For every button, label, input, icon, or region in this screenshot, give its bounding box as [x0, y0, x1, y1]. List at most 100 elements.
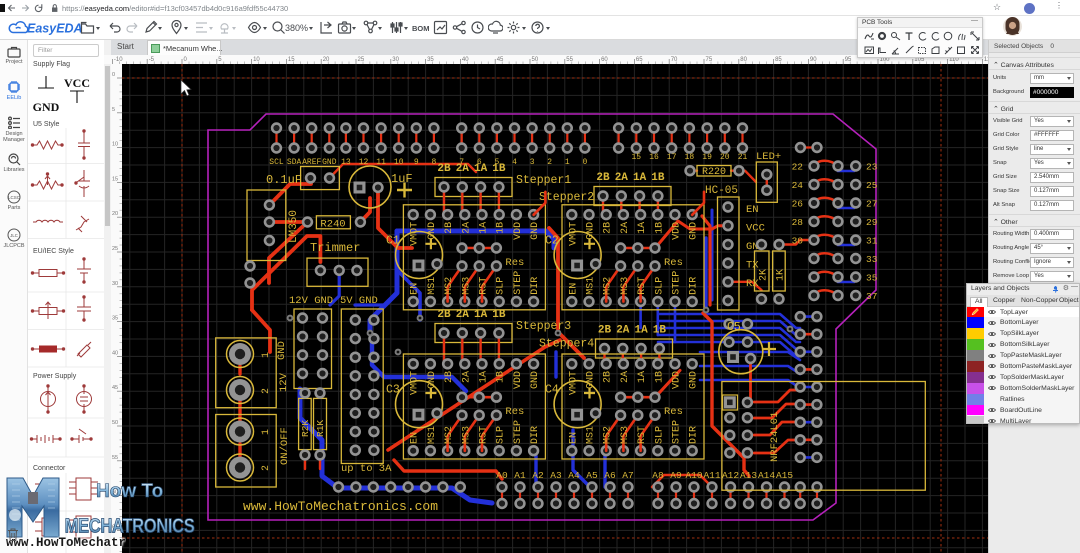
svg-text:15: 15 — [288, 57, 295, 63]
svg-text:A13: A13 — [740, 470, 757, 481]
svg-text:EN: EN — [410, 432, 421, 444]
svg-text:A14: A14 — [758, 470, 775, 481]
svg-text:JLC: JLC — [10, 233, 17, 238]
svg-text:LED+: LED+ — [756, 151, 781, 163]
svg-text:1B: 1B — [496, 371, 507, 383]
svg-text:1B: 1B — [651, 172, 665, 184]
svg-text:C2: C2 — [545, 234, 559, 247]
svg-text:31: 31 — [866, 236, 878, 247]
svg-text:2B: 2B — [444, 222, 455, 234]
svg-text:45: 45 — [497, 57, 504, 63]
svg-text:22: 22 — [792, 162, 804, 173]
svg-text:50: 50 — [112, 420, 118, 426]
svg-text:2B: 2B — [603, 371, 614, 383]
svg-text:2A: 2A — [615, 172, 629, 184]
svg-text:DIR: DIR — [689, 277, 700, 295]
svg-text:Res: Res — [505, 406, 524, 418]
svg-text:16: 16 — [649, 153, 659, 162]
svg-text:RST: RST — [637, 426, 648, 444]
svg-text:25: 25 — [866, 180, 878, 191]
svg-text:2B: 2B — [444, 371, 455, 383]
svg-text:17: 17 — [667, 153, 677, 162]
svg-text:VMOT: VMOT — [410, 222, 421, 246]
svg-text:A1: A1 — [514, 470, 526, 481]
svg-text:25: 25 — [358, 57, 365, 63]
svg-text:28: 28 — [792, 217, 804, 228]
svg-text:U5 Style: U5 Style — [33, 121, 60, 128]
svg-text:Res: Res — [664, 406, 683, 418]
svg-text:1: 1 — [565, 158, 570, 167]
svg-text:EN: EN — [568, 432, 579, 444]
svg-text:VDD: VDD — [672, 222, 683, 240]
svg-text:45: 45 — [112, 385, 118, 391]
svg-text:Stepper1: Stepper1 — [516, 174, 571, 187]
svg-text:VDD: VDD — [672, 371, 683, 389]
svg-text:MS2: MS2 — [603, 277, 614, 295]
svg-text:2A: 2A — [456, 309, 470, 321]
svg-text:MS1: MS1 — [427, 277, 438, 295]
svg-text:24: 24 — [792, 180, 804, 191]
svg-text:A10: A10 — [685, 470, 702, 481]
svg-text:SCL: SCL — [269, 158, 284, 167]
svg-text:C3: C3 — [386, 384, 400, 397]
svg-text:70: 70 — [671, 57, 678, 63]
svg-text:A7: A7 — [622, 470, 633, 481]
svg-text:65: 65 — [636, 57, 643, 63]
svg-text:MS1: MS1 — [427, 426, 438, 444]
svg-text:EN: EN — [746, 204, 759, 216]
svg-text:37: 37 — [866, 291, 877, 302]
svg-text:C1: C1 — [386, 234, 400, 247]
svg-text:0: 0 — [582, 158, 587, 167]
svg-text:25: 25 — [112, 246, 118, 252]
svg-text:www.HowToMechatronics.com: www.HowToMechatronics.com — [243, 499, 438, 514]
svg-text:1B: 1B — [492, 309, 506, 321]
svg-text:1A: 1A — [479, 222, 490, 234]
svg-text:RX: RX — [746, 278, 759, 290]
svg-text:40: 40 — [112, 350, 118, 356]
svg-text:10: 10 — [394, 158, 404, 167]
svg-text:11: 11 — [376, 158, 386, 167]
svg-text:26: 26 — [792, 199, 804, 210]
svg-text:RST: RST — [479, 426, 490, 444]
svg-text:2: 2 — [261, 465, 272, 471]
svg-text:NRF24L01: NRF24L01 — [769, 412, 781, 462]
svg-text:Stepper3: Stepper3 — [516, 320, 571, 333]
svg-text:2B: 2B — [603, 222, 614, 234]
svg-text:1B: 1B — [654, 371, 665, 383]
svg-text:DIR: DIR — [530, 426, 541, 444]
svg-text:0.1uF: 0.1uF — [266, 173, 302, 187]
svg-text:LM350: LM350 — [288, 210, 300, 243]
svg-text:MS3: MS3 — [461, 426, 472, 444]
svg-text:2: 2 — [261, 388, 272, 394]
svg-text:VMOT: VMOT — [410, 371, 421, 395]
svg-text:MECHATRONICS: MECHATRONICS — [65, 514, 195, 537]
svg-text:VCC: VCC — [64, 76, 90, 90]
svg-text:75: 75 — [706, 57, 713, 63]
svg-text:MS2: MS2 — [444, 277, 455, 295]
svg-text:C5: C5 — [727, 321, 741, 334]
svg-text:2A: 2A — [616, 325, 630, 337]
svg-text:30: 30 — [112, 281, 118, 287]
svg-text:STEP: STEP — [672, 271, 683, 295]
svg-text:2B: 2B — [437, 309, 451, 321]
svg-text:GND: GND — [689, 222, 700, 240]
svg-text:1A: 1A — [474, 309, 488, 321]
svg-text:GND: GND — [33, 100, 60, 114]
svg-text:20: 20 — [112, 211, 118, 217]
svg-text:SLP: SLP — [654, 426, 665, 444]
svg-text:-5: -5 — [149, 57, 155, 63]
svg-text:95: 95 — [845, 57, 852, 63]
svg-text:HC-05: HC-05 — [705, 185, 738, 197]
svg-text:0: 0 — [112, 72, 115, 78]
svg-text:C4: C4 — [545, 384, 559, 397]
svg-text:Trimmer: Trimmer — [310, 241, 360, 255]
svg-text:TX: TX — [746, 260, 759, 272]
svg-text:2B: 2B — [596, 172, 610, 184]
svg-text:90: 90 — [810, 57, 817, 63]
svg-text:EU/IEC Style: EU/IEC Style — [33, 248, 74, 255]
svg-text:20: 20 — [323, 57, 330, 63]
svg-text:1A: 1A — [633, 172, 647, 184]
svg-text:A0: A0 — [496, 470, 508, 481]
svg-text:How To: How To — [96, 481, 163, 502]
svg-text:27: 27 — [866, 199, 877, 210]
